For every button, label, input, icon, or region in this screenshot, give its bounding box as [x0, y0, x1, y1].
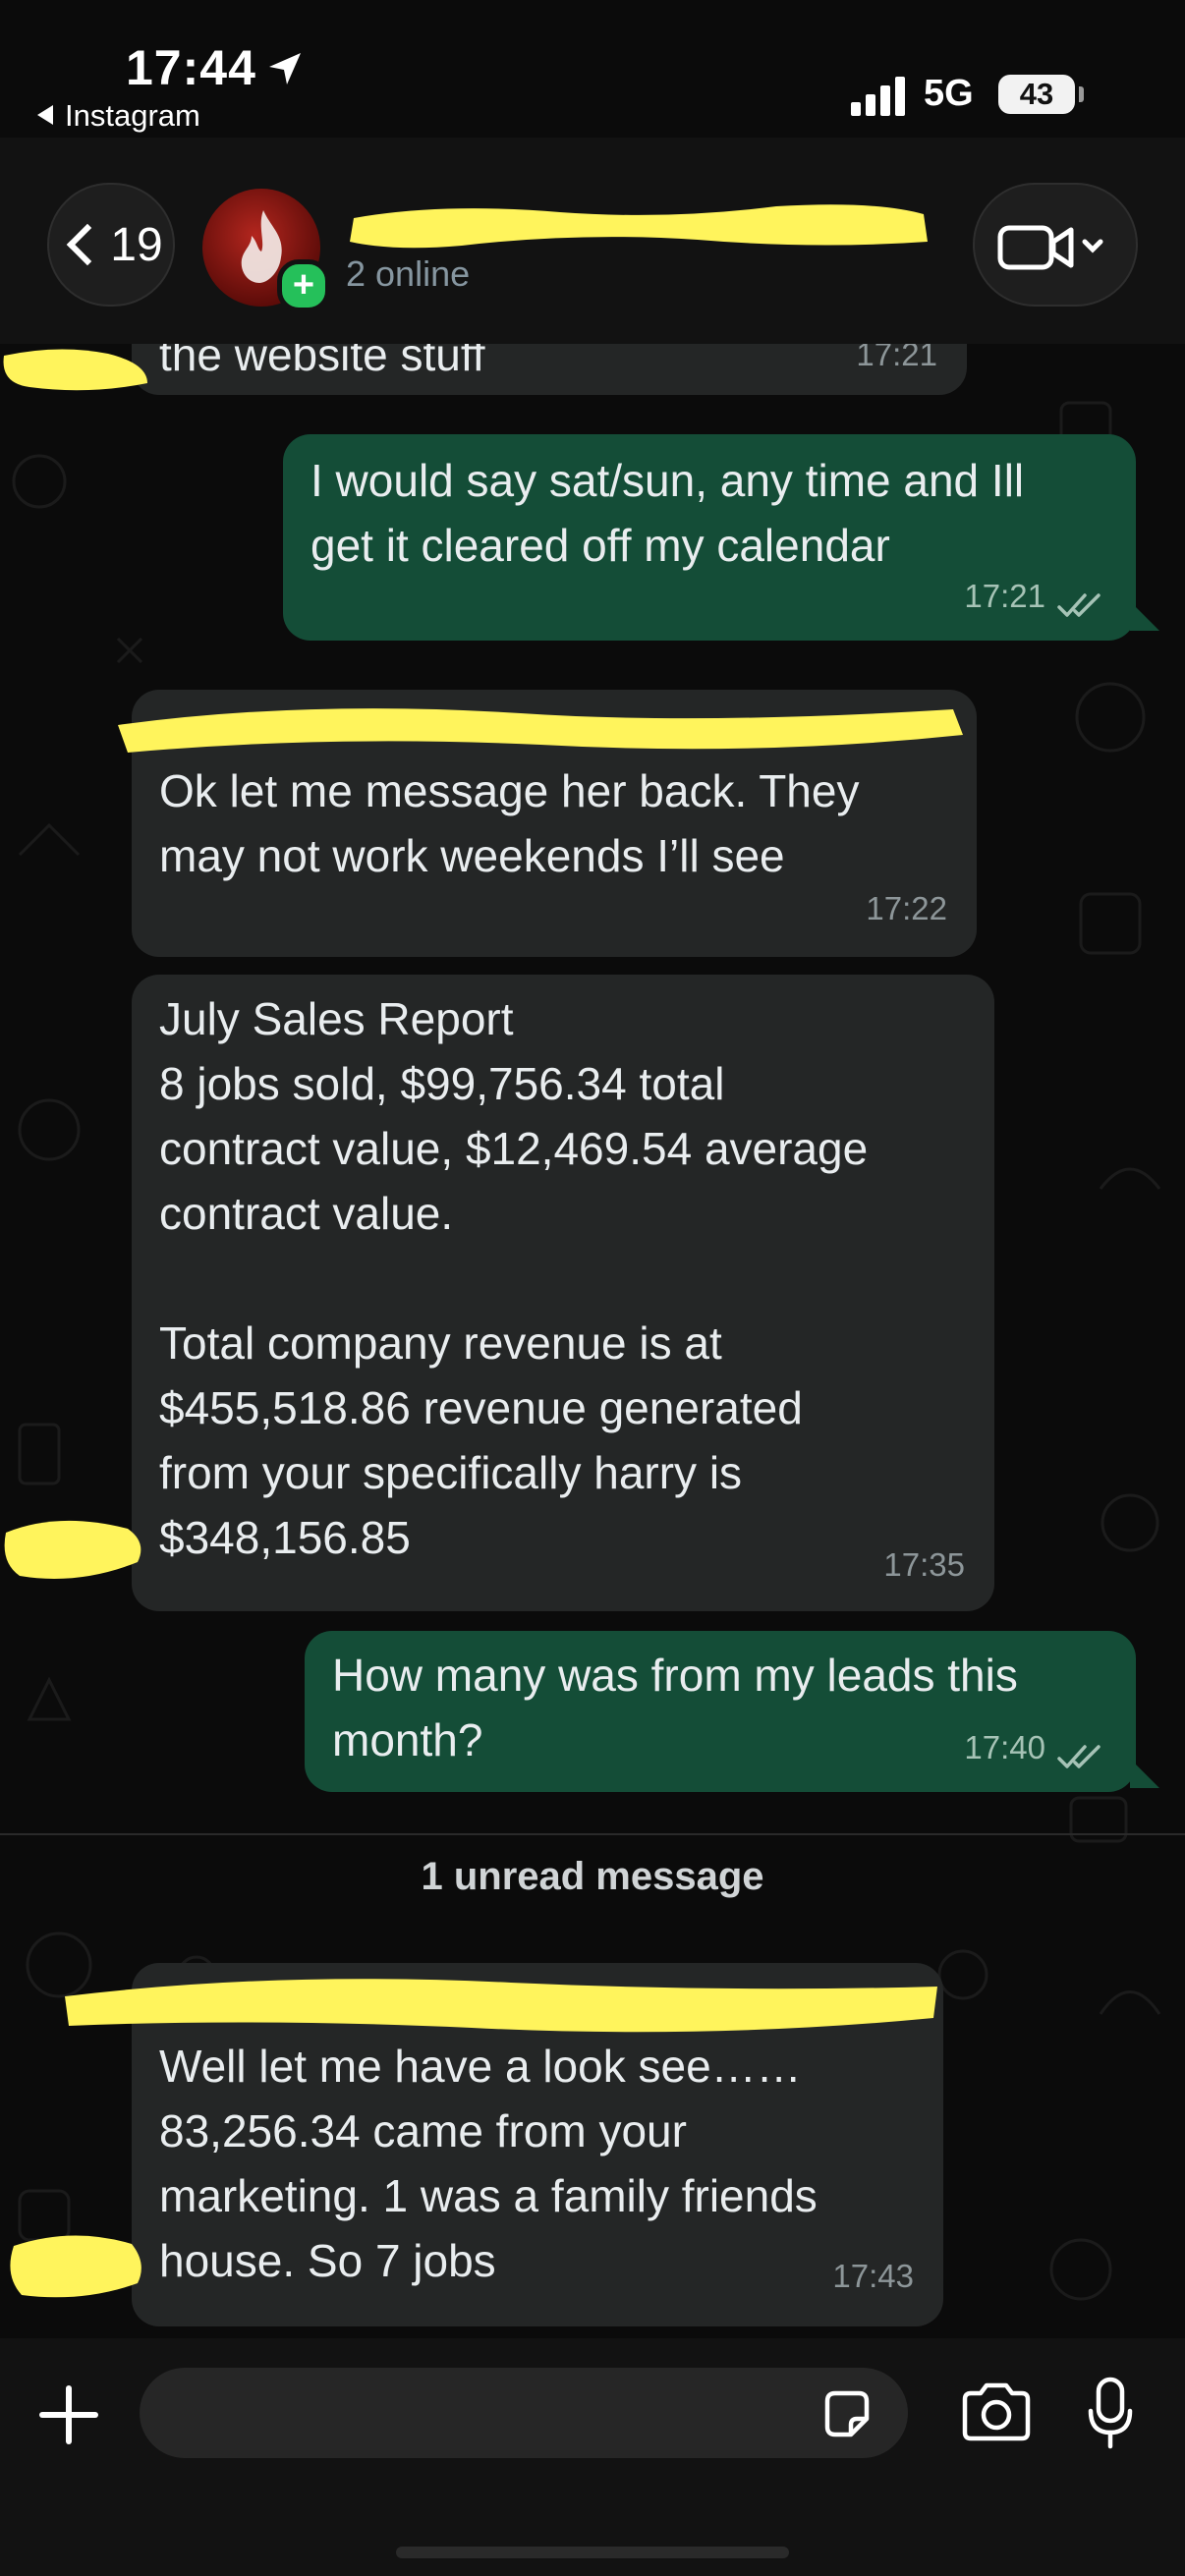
message-time: 17:21	[964, 578, 1045, 614]
clock: 17:44	[126, 40, 256, 95]
message-input[interactable]	[140, 2368, 908, 2458]
message-time: 17:35	[883, 1546, 965, 1583]
bubble-tail	[1130, 601, 1159, 631]
message-text: I would say sat/sun, any time and Ill ge…	[310, 455, 1025, 571]
status-bar: 17:44 Instagram 5G 43	[0, 0, 1185, 138]
unread-divider: 1 unread message	[421, 1855, 764, 1898]
add-participant-icon[interactable]: +	[277, 259, 330, 312]
message-time: 17:43	[832, 2258, 914, 2294]
home-indicator	[396, 2547, 789, 2558]
incoming-message[interactable]: July Sales Report 8 jobs sold, $99,756.3…	[132, 975, 994, 1611]
message-time: 17:21	[856, 344, 937, 372]
composer-bar	[0, 2338, 1185, 2576]
chat-header: 19 + 2 online	[0, 138, 1185, 344]
redacted-avatar	[4, 1520, 141, 1579]
back-to-app-link[interactable]: Instagram	[37, 98, 200, 134]
back-app-label: Instagram	[65, 98, 200, 133]
attach-plus-icon[interactable]	[39, 2385, 98, 2444]
message-time: 17:40	[964, 1729, 1045, 1765]
message-list[interactable]: the website stuff 17:21 I would say sat/…	[0, 344, 1185, 2338]
message-text: July Sales Report 8 jobs sold, $99,756.3…	[159, 993, 869, 1563]
message-text: Ok let me message her back. They may not…	[159, 765, 860, 881]
microphone-icon[interactable]	[1087, 2376, 1134, 2454]
redacted-sender-name	[118, 708, 963, 753]
battery-nub	[1079, 86, 1084, 102]
online-status: 2 online	[346, 253, 471, 294]
divider-line	[0, 1833, 1185, 1835]
redacted-group-name	[350, 204, 928, 249]
redacted-avatar	[10, 2235, 141, 2298]
read-receipt-icon	[1057, 1745, 1100, 1768]
video-camera-icon	[997, 225, 1103, 270]
location-arrow-icon	[269, 53, 301, 84]
chevron-left-icon	[67, 223, 109, 266]
bubble-tail	[1130, 1759, 1159, 1788]
network-type: 5G	[924, 73, 974, 114]
sticker-icon[interactable]	[818, 2385, 876, 2444]
video-call-button[interactable]	[973, 183, 1138, 307]
outgoing-message[interactable]: I would say sat/sun, any time and Ill ge…	[283, 434, 1136, 641]
read-receipt-icon	[1057, 593, 1100, 617]
back-triangle-icon	[37, 105, 53, 125]
message-text: the website stuff	[159, 344, 485, 380]
redacted-sender-name	[65, 1979, 937, 2033]
battery-icon: 43	[998, 75, 1075, 114]
back-button[interactable]: 19	[47, 183, 175, 307]
message-text: How many was from my leads this month?	[332, 1650, 1018, 1765]
message-text: Well let me have a look see…… 83,256.34 …	[159, 2041, 818, 2286]
message-time: 17:22	[866, 890, 947, 926]
redacted-avatar	[3, 349, 147, 391]
camera-icon[interactable]	[959, 2381, 1034, 2444]
outgoing-message[interactable]: How many was from my leads this month? 1…	[305, 1631, 1136, 1792]
unread-chats-count: 19	[110, 218, 163, 271]
cellular-signal-icon	[851, 77, 905, 116]
incoming-message[interactable]: the website stuff 17:21	[132, 344, 967, 395]
